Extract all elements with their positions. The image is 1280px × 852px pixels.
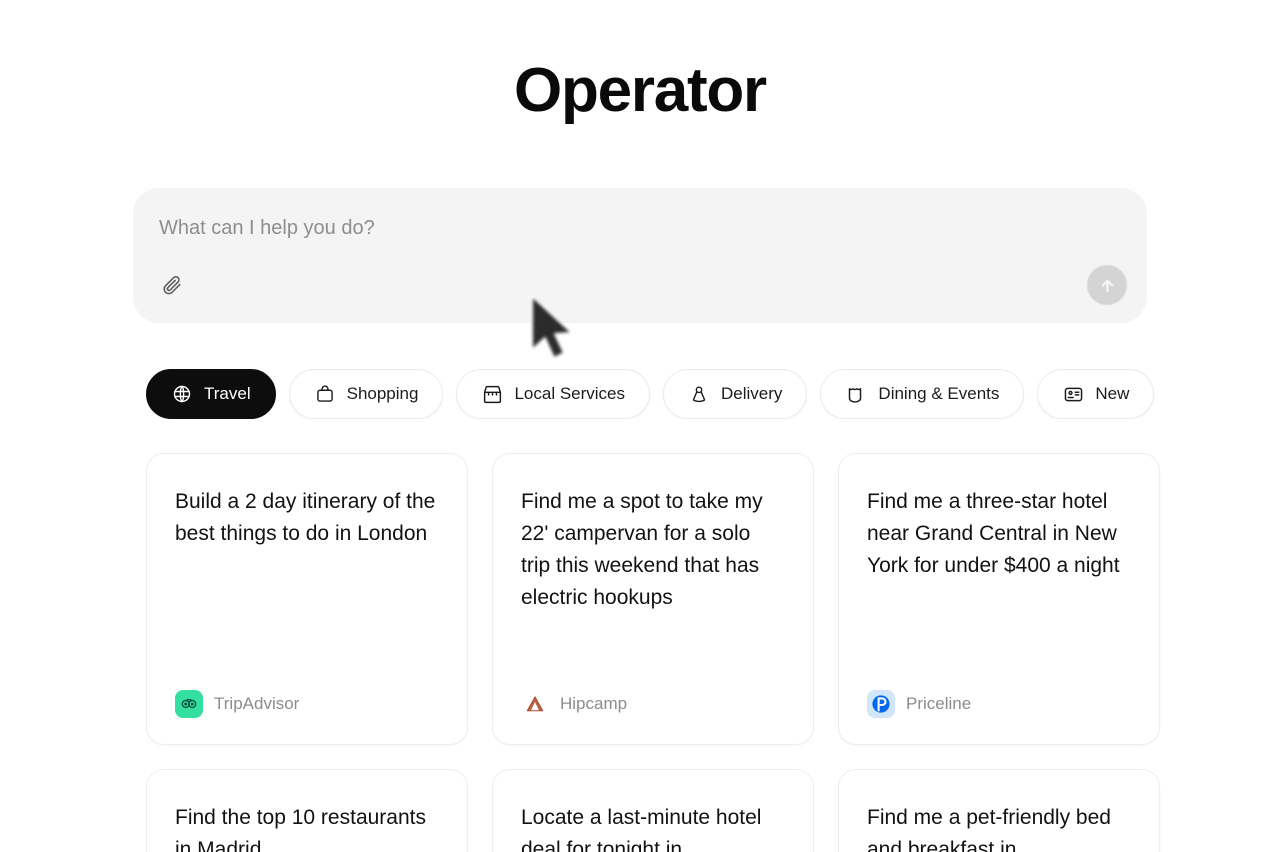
suggestion-source: Hipcamp (521, 690, 785, 718)
suggestion-source: Priceline (867, 690, 1131, 718)
paperclip-icon[interactable] (157, 270, 187, 300)
category-pill-travel[interactable]: Travel (146, 369, 276, 419)
location-pin-icon (688, 383, 710, 405)
category-pill-row[interactable]: Travel Shopping Local Services Delivery … (146, 369, 1280, 419)
suggestion-text: Locate a last-minute hotel deal for toni… (521, 806, 762, 852)
shopping-bag-icon (314, 383, 336, 405)
category-pill-label: Dining & Events (878, 384, 1000, 403)
suggestion-source-label: Hipcamp (560, 694, 628, 713)
category-pill-delivery[interactable]: Delivery (663, 369, 808, 419)
ticket-icon (845, 383, 867, 405)
search-input[interactable]: What can I help you do? (159, 216, 1121, 240)
suggestion-card[interactable]: Find me a pet-friendly bed and breakfast… (838, 769, 1160, 852)
suggestion-card-grid: Build a 2 day itinerary of the best thin… (146, 453, 1280, 852)
suggestion-text: Build a 2 day itinerary of the best thin… (175, 490, 436, 545)
suggestion-source: TripAdvisor (175, 690, 439, 718)
category-pill-label: Travel (204, 384, 251, 403)
tripadvisor-logo (175, 690, 203, 718)
category-pill-label: Local Services (514, 384, 626, 403)
category-pill-label: Shopping (346, 384, 419, 403)
suggestion-text: Find me a pet-friendly bed and breakfast… (867, 806, 1111, 852)
news-card-icon (1062, 383, 1084, 405)
suggestion-card[interactable]: Build a 2 day itinerary of the best thin… (146, 453, 468, 745)
suggestion-text: Find me a three-star hotel near Grand Ce… (867, 490, 1120, 577)
category-pill-label: New (1095, 384, 1130, 403)
suggestion-card[interactable]: Find me a three-star hotel near Grand Ce… (838, 453, 1160, 745)
suggestion-card[interactable]: Find the top 10 restaurants in Madrid (146, 769, 468, 852)
category-pill-shopping[interactable]: Shopping (288, 369, 444, 419)
composer-container: What can I help you do? (133, 188, 1147, 323)
hipcamp-logo (521, 690, 549, 718)
suggestion-text: Find me a spot to take my 22' campervan … (521, 490, 763, 609)
suggestion-text: Find the top 10 restaurants in Madrid (175, 806, 426, 852)
priceline-logo (867, 690, 895, 718)
suggestion-card[interactable]: Locate a last-minute hotel deal for toni… (492, 769, 814, 852)
composer[interactable]: What can I help you do? (133, 188, 1147, 323)
suggestion-source-label: TripAdvisor (214, 694, 300, 713)
category-pill-local-services[interactable]: Local Services (456, 369, 651, 419)
suggestion-source-label: Priceline (906, 694, 972, 713)
composer-toolbar (157, 265, 1127, 305)
globe-icon (171, 383, 193, 405)
category-pill-label: Delivery (721, 384, 783, 403)
page-title: Operator (514, 56, 767, 125)
storefront-icon (481, 383, 503, 405)
suggestion-card[interactable]: Find me a spot to take my 22' campervan … (492, 453, 814, 745)
send-button[interactable] (1087, 265, 1127, 305)
category-pill-dining-events[interactable]: Dining & Events (820, 369, 1025, 419)
category-pill-news[interactable]: New (1037, 369, 1155, 419)
